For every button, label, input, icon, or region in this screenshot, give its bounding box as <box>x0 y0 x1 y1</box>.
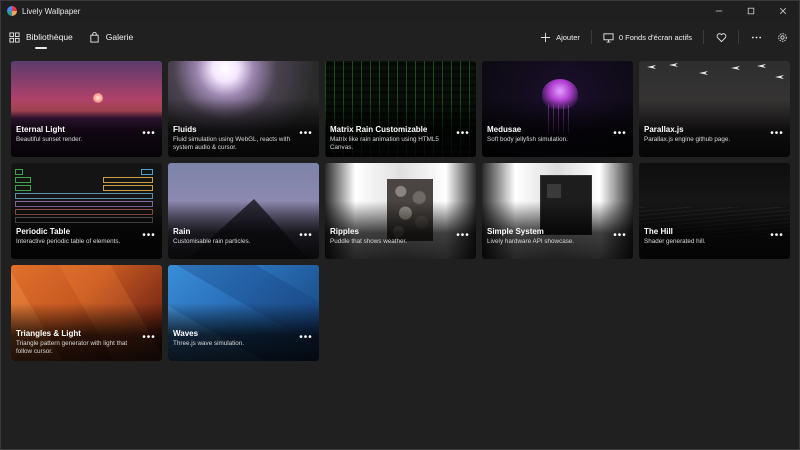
card-more-icon[interactable]: ••• <box>142 129 156 139</box>
nav-gallery[interactable]: Galerie <box>81 21 141 53</box>
card-more-icon[interactable]: ••• <box>613 231 627 241</box>
wallpaper-card[interactable]: Periodic Table Interactive periodic tabl… <box>11 163 162 259</box>
wallpaper-description: Customisable rain particles. <box>173 238 251 245</box>
toolbar-divider <box>590 30 592 44</box>
wallpaper-title: Triangles & Light <box>16 329 81 338</box>
card-more-icon[interactable]: ••• <box>299 333 313 343</box>
wallpaper-description: Matrix like rain animation using HTML5 C… <box>330 136 439 151</box>
wallpaper-grid: Eternal Light Beautiful sunset render. •… <box>11 61 793 361</box>
wallpaper-card[interactable]: Ripples Puddle that shows weather. ••• <box>325 163 476 259</box>
nav-library[interactable]: Bibliothèque <box>1 21 81 53</box>
card-more-icon[interactable]: ••• <box>456 129 470 139</box>
plus-icon <box>541 32 551 42</box>
close-button[interactable] <box>767 1 799 21</box>
grid-icon <box>9 31 20 43</box>
shopping-bag-icon <box>90 31 99 43</box>
toolbar-divider <box>703 30 704 44</box>
wallpaper-card[interactable]: The Hill Shader generated hill. ••• <box>639 163 790 259</box>
wallpaper-description: Puddle that shows weather. <box>330 238 408 245</box>
support-button[interactable] <box>708 26 734 48</box>
wallpaper-title: Parallax.js <box>644 125 684 134</box>
active-wallpapers-button[interactable]: 0 Fonds d'écran actifs <box>596 26 699 48</box>
wallpaper-description: Beautiful sunset render. <box>16 136 83 143</box>
more-icon <box>751 36 761 38</box>
wallpaper-title: The Hill <box>644 227 673 236</box>
minimize-icon <box>715 10 723 12</box>
toolbar: Bibliothèque Galerie Ajouter 0 Fonds d'é… <box>1 21 799 53</box>
add-label: Ajouter <box>556 32 580 42</box>
wallpaper-description: Lively hardware API showcase. <box>487 238 575 245</box>
more-options-button[interactable] <box>743 26 769 48</box>
card-more-icon[interactable]: ••• <box>456 231 470 241</box>
window-title: Lively Wallpaper <box>22 6 81 16</box>
wallpaper-title: Periodic Table <box>16 227 71 236</box>
nav-gallery-label: Galerie <box>105 32 134 42</box>
wallpaper-description: Parallax.js engine github page. <box>644 136 731 143</box>
wallpaper-card[interactable]: Waves Three.js wave simulation. ••• <box>168 265 319 361</box>
toolbar-divider <box>738 30 739 44</box>
card-more-icon[interactable]: ••• <box>770 129 784 139</box>
minimize-button[interactable] <box>703 1 735 21</box>
wallpaper-description: Triangle pattern generator with light th… <box>16 340 128 355</box>
toolbar-actions: Ajouter 0 Fonds d'écran actifs <box>533 21 795 53</box>
maximize-button[interactable] <box>735 1 767 21</box>
monitor-icon <box>603 32 614 43</box>
wallpaper-description: Interactive periodic table of elements. <box>16 238 121 245</box>
wallpaper-title: Eternal Light <box>16 125 65 134</box>
wallpaper-description: Soft body jellyfish simulation. <box>487 136 568 143</box>
maximize-icon <box>747 7 755 15</box>
gear-icon <box>777 32 787 42</box>
card-more-icon[interactable]: ••• <box>299 231 313 241</box>
window-controls <box>703 1 799 21</box>
wallpaper-card[interactable]: Rain Customisable rain particles. ••• <box>168 163 319 259</box>
wallpaper-card[interactable]: Triangles & Light Triangle pattern gener… <box>11 265 162 361</box>
nav-library-label: Bibliothèque <box>26 32 73 42</box>
add-button[interactable]: Ajouter <box>533 26 587 48</box>
settings-button[interactable] <box>769 26 795 48</box>
wallpaper-description: Fluid simulation using WebGL, reacts wit… <box>173 136 291 151</box>
wallpaper-title: Waves <box>173 329 199 338</box>
app-window: Lively Wallpaper Bibliothèque Galerie Aj… <box>0 0 800 450</box>
wallpaper-card[interactable]: Medusae Soft body jellyfish simulation. … <box>482 61 633 157</box>
card-more-icon[interactable]: ••• <box>770 231 784 241</box>
wallpaper-title: Rain <box>173 227 191 236</box>
card-more-icon[interactable]: ••• <box>142 333 156 343</box>
wallpaper-card[interactable]: Fluids Fluid simulation using WebGL, rea… <box>168 61 319 157</box>
wallpaper-title: Ripples <box>330 227 359 236</box>
wallpaper-title: Matrix Rain Customizable <box>330 125 428 134</box>
close-icon <box>779 7 787 15</box>
card-more-icon[interactable]: ••• <box>613 129 627 139</box>
heart-icon <box>716 32 726 42</box>
card-more-icon[interactable]: ••• <box>299 129 313 139</box>
title-bar[interactable]: Lively Wallpaper <box>1 1 799 21</box>
wallpaper-title: Medusae <box>487 125 522 134</box>
wallpaper-card[interactable]: Matrix Rain Customizable Matrix like rai… <box>325 61 476 157</box>
wallpaper-card[interactable]: Parallax.js Parallax.js engine github pa… <box>639 61 790 157</box>
wallpaper-title: Fluids <box>173 125 197 134</box>
card-more-icon[interactable]: ••• <box>142 231 156 241</box>
active-wallpapers-label: 0 Fonds d'écran actifs <box>618 32 692 42</box>
wallpaper-description: Shader generated hill. <box>644 238 706 245</box>
wallpaper-title: Simple System <box>487 227 544 236</box>
wallpaper-card[interactable]: Simple System Lively hardware API showca… <box>482 163 633 259</box>
wallpaper-card[interactable]: Eternal Light Beautiful sunset render. •… <box>11 61 162 157</box>
app-logo-icon <box>7 6 17 16</box>
wallpaper-description: Three.js wave simulation. <box>173 340 245 347</box>
